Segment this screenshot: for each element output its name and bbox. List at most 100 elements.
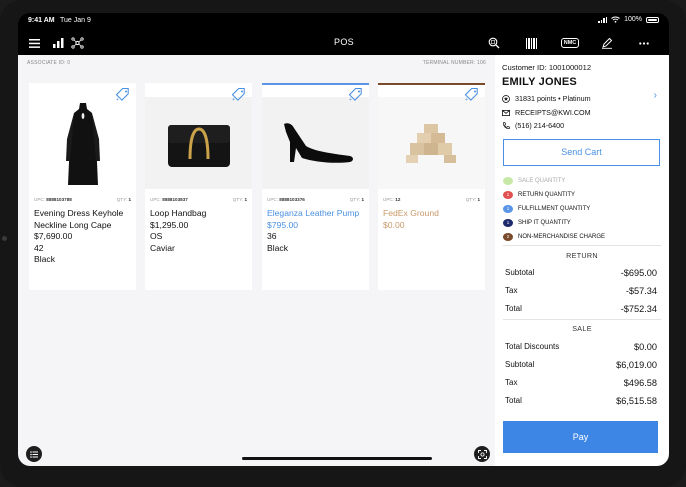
product-color: Black <box>267 242 289 253</box>
customer-points: 31831 points • Platinum <box>502 94 591 103</box>
svg-text:+: + <box>232 97 235 102</box>
send-cart-button[interactable]: Send Cart <box>503 139 660 166</box>
tag-icon[interactable]: + <box>464 87 479 103</box>
product-details: Evening Dress Keyhole Neckline Long Cape… <box>34 208 132 266</box>
page-title: POS <box>334 37 354 47</box>
mail-icon <box>502 109 510 116</box>
divider <box>503 319 661 320</box>
product-name: FedEx Ground <box>383 208 439 218</box>
product-image-pump <box>262 97 369 189</box>
list-icon <box>30 450 38 458</box>
card-color-bar <box>145 83 252 85</box>
battery-icon <box>646 16 659 23</box>
product-name: Loop Handbag <box>150 208 207 218</box>
legend-sale-quantity: SALE QUANTITY <box>503 177 565 185</box>
qty-value: 1 <box>361 197 364 202</box>
product-meta: UPC: 12 QTY: 1 <box>383 197 480 202</box>
product-image-dress <box>29 97 136 189</box>
divider <box>503 245 661 246</box>
product-details: FedEx Ground $0.00 <box>383 208 481 231</box>
customer-name: EMILY JONES <box>502 76 577 88</box>
chevron-right-icon[interactable]: › <box>654 90 657 101</box>
legend-dot: 1 <box>503 205 513 213</box>
more-icon[interactable] <box>636 35 652 51</box>
wifi-icon <box>611 16 620 23</box>
screen: 9:41 AM Tue Jan 9 100% POS NMC ASSOCIATE… <box>18 13 669 466</box>
associate-id: ASSOCIATE ID: 0 <box>27 60 71 66</box>
pen-icon[interactable] <box>599 35 615 51</box>
card-color-bar <box>378 83 485 85</box>
svg-text:+: + <box>116 97 119 102</box>
customer-phone[interactable]: (516) 214-6400 <box>502 121 564 130</box>
product-size: 42 <box>34 242 44 253</box>
bar-chart-icon[interactable] <box>50 35 66 51</box>
sale-tax-row: Tax $496.58 <box>505 378 657 388</box>
upc-value: 12 <box>395 197 401 202</box>
product-price: $1,295.00 <box>150 219 189 230</box>
tag-icon[interactable]: + <box>115 87 130 103</box>
customer-email[interactable]: RECEIPTS@KWI.COM <box>502 108 591 117</box>
customer-panel: Customer ID: 1001000012 EMILY JONES › 31… <box>495 55 669 466</box>
product-image-handbag <box>145 97 252 189</box>
upc-value: 8888103788 <box>46 197 72 202</box>
svg-text:+: + <box>349 97 352 102</box>
product-meta: UPC: 8888103788 QTY: 1 <box>34 197 131 202</box>
list-menu-button[interactable] <box>26 446 42 462</box>
ipad-frame: 9:41 AM Tue Jan 9 100% POS NMC ASSOCIATE… <box>0 0 686 487</box>
product-size: 36 <box>267 231 277 241</box>
sale-total-row: Total $6,515.58 <box>505 396 657 406</box>
sale-discounts-row: Total Discounts $0.00 <box>505 342 657 352</box>
card-color-bar <box>262 83 369 85</box>
qty-value: 1 <box>477 197 480 202</box>
return-title: RETURN <box>566 251 598 260</box>
home-indicator[interactable] <box>242 457 432 460</box>
product-price: $7,690.00 <box>34 231 73 241</box>
product-details: Loop Handbag $1,295.00 OS Caviar <box>150 208 248 254</box>
search-product-icon[interactable] <box>486 35 502 51</box>
product-card[interactable]: + UPC: 8888103376 QTY: 1 Eleganza Leathe… <box>262 83 369 290</box>
status-time: 9:41 AM <box>28 17 55 24</box>
product-meta: UPC: 8888103376 QTY: 1 <box>267 197 364 202</box>
side-indicator <box>2 236 7 241</box>
card-color-bar <box>29 83 136 85</box>
product-meta: UPC: 8888103837 QTY: 1 <box>150 197 247 202</box>
customer-id: Customer ID: 1001000012 <box>502 63 592 72</box>
legend-fulfillment-quantity: 1 FULFILLMENT QUANTITY <box>503 205 590 213</box>
legend-dot: 1 <box>503 219 513 227</box>
product-color: Black <box>34 254 56 264</box>
scan-button[interactable] <box>474 446 490 462</box>
tag-icon[interactable]: + <box>348 87 363 103</box>
product-card[interactable]: + UPC: 12 QTY: 1 FedEx Ground $0.00 <box>378 83 485 290</box>
nmc-icon: NMC <box>560 38 580 48</box>
battery-percent: 100% <box>624 16 642 23</box>
status-bar: 9:41 AM Tue Jan 9 100% <box>18 13 669 31</box>
qty-value: 1 <box>244 197 247 202</box>
product-price: $795.00 <box>267 219 299 230</box>
product-name: Eleganza Leather Pump <box>267 208 360 218</box>
legend-non-merchandise-charge: 2 NON-MERCHANDISE CHARGE <box>503 233 605 241</box>
svg-text:+: + <box>465 97 468 102</box>
product-image-boxes <box>378 97 485 189</box>
tag-icon[interactable]: + <box>231 87 246 103</box>
legend-dot: 1 <box>503 191 513 199</box>
product-area: ASSOCIATE ID: 0 TERMINAL NUMBER: 106 + U… <box>18 55 495 466</box>
product-name-line1: Evening Dress Keyhole <box>34 208 124 218</box>
phone-icon <box>503 121 510 129</box>
star-badge-icon <box>502 94 510 103</box>
network-icon[interactable] <box>69 35 85 51</box>
status-right: 100% <box>598 16 659 23</box>
qty-value: 1 <box>128 197 131 202</box>
barcode-icon[interactable] <box>524 35 540 51</box>
scan-icon <box>477 449 487 459</box>
product-name-line2: Neckline Long Cape <box>34 219 112 230</box>
product-card[interactable]: + UPC: 8888103788 QTY: 1 Evening Dress K… <box>29 83 136 290</box>
product-color: Caviar <box>150 242 175 253</box>
product-size: OS <box>150 231 163 241</box>
product-card[interactable]: + UPC: 8888103837 QTY: 1 Loop Handbag $1… <box>145 83 252 290</box>
nmc-button[interactable]: NMC <box>559 35 581 51</box>
return-subtotal-row: Subtotal -$695.00 <box>505 268 657 278</box>
pay-button[interactable]: Pay <box>503 421 658 453</box>
legend-ship-it-quantity: 1 SHIP IT QUANTITY <box>503 219 571 227</box>
terminal-number: TERMINAL NUMBER: 106 <box>422 60 486 66</box>
menu-icon[interactable] <box>26 35 42 51</box>
